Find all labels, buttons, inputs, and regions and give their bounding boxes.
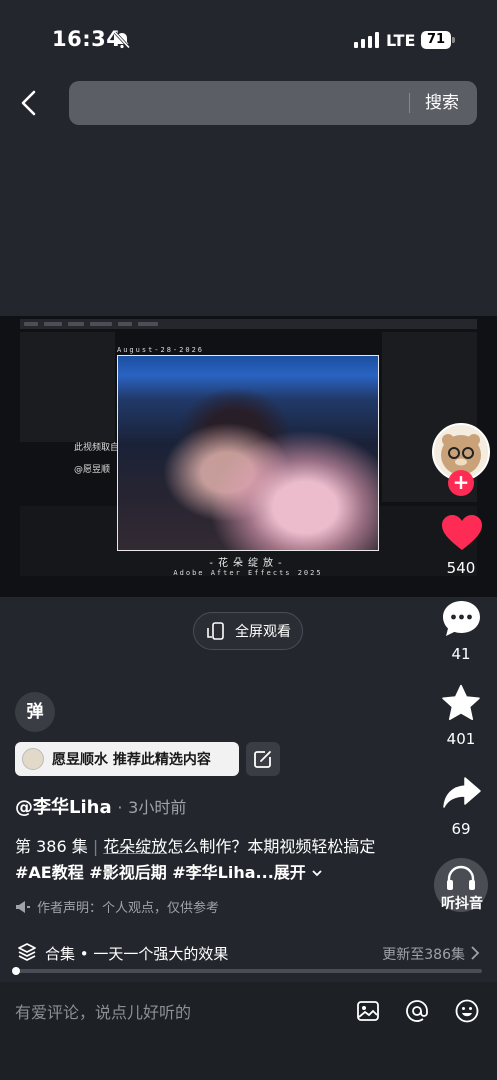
recommender-avatar: [22, 748, 44, 770]
megaphone-icon: [16, 900, 30, 913]
disclaimer-text: 作者声明：个人观点，仅供参考: [37, 901, 220, 916]
back-icon[interactable]: [14, 86, 44, 120]
video-progress-bar[interactable]: [12, 967, 482, 975]
rotate-screen-icon: [207, 622, 224, 640]
author-dot: ·: [117, 798, 123, 817]
comment-icon[interactable]: [441, 599, 482, 639]
battery-level: 71: [421, 31, 451, 49]
author-line: @李华Liha · 3小时前: [15, 793, 186, 819]
video-date: August-28-2026: [117, 346, 205, 354]
fullscreen-button[interactable]: 全屏观看: [193, 612, 303, 650]
watermark-line2: @愿昱顺: [74, 465, 111, 475]
heart-icon[interactable]: [441, 514, 483, 552]
hashtags[interactable]: #AE教程 #影视后期 #李华Liha...: [15, 863, 274, 882]
collection-bar[interactable]: 合集 • 一天一个强大的效果 更新至386集: [0, 935, 497, 973]
chevron-down-icon[interactable]: [311, 868, 323, 878]
battery-icon: 71: [421, 31, 455, 49]
recommend-text: 愿昱顺水 推荐此精选内容: [52, 752, 211, 768]
video-caption-title: -花朵绽放-: [209, 558, 287, 569]
collection-title: 合集 • 一天一个强大的效果: [45, 945, 229, 963]
episode-label: 第 386 集: [15, 837, 88, 856]
layers-icon: [18, 943, 36, 961]
favorite-count: 401: [446, 730, 476, 748]
follow-button[interactable]: +: [448, 470, 474, 496]
network-type: LTE: [386, 31, 416, 50]
editor-menubar: [20, 319, 477, 329]
headphones-icon: [447, 865, 475, 890]
share-count: 69: [451, 820, 471, 838]
video-player[interactable]: August-28-2026 此视频取自 @愿昱顺 -花朵绽放- Adobe A…: [0, 316, 497, 597]
share-icon[interactable]: [442, 776, 482, 810]
like-count: 540: [446, 559, 476, 577]
post-time: 3小时前: [128, 798, 187, 817]
expand-button[interactable]: 展开: [274, 863, 306, 882]
listen-label[interactable]: 听抖音: [430, 893, 494, 913]
video-watermark: 此视频取自 @愿昱顺: [74, 437, 119, 481]
signal-icon: [354, 32, 379, 48]
bell-slash-icon: [113, 31, 131, 49]
star-icon[interactable]: [441, 684, 481, 722]
mention-icon[interactable]: [404, 998, 430, 1024]
video-frame: [117, 355, 379, 551]
author-disclaimer: 作者声明：个人观点，仅供参考: [15, 897, 219, 916]
search-button[interactable]: 搜索: [425, 81, 459, 125]
search-divider: [409, 93, 410, 113]
collection-update: 更新至386集: [382, 947, 465, 963]
chevron-right-icon: [471, 946, 480, 960]
topic-link[interactable]: 花朵绽放: [103, 837, 167, 856]
status-time: 16:34: [52, 27, 122, 51]
video-caption-subtitle: Adobe After Effects 2025: [173, 569, 323, 577]
danmaku-button[interactable]: 弹: [15, 692, 55, 732]
description-text: 怎么制作？本期视频轻松搞定: [167, 837, 376, 856]
search-input[interactable]: [83, 81, 403, 125]
edit-button[interactable]: [246, 742, 280, 776]
edit-icon: [254, 751, 271, 768]
progress-knob[interactable]: [12, 967, 20, 975]
comment-count: 41: [451, 645, 471, 663]
watermark-line1: 此视频取自: [74, 443, 120, 453]
image-icon[interactable]: [355, 998, 381, 1024]
emoji-icon[interactable]: [454, 998, 480, 1024]
recommend-chip[interactable]: 愿昱顺水 推荐此精选内容: [15, 742, 239, 776]
video-description: 第 386 集 | 花朵绽放怎么制作？本期视频轻松搞定 #AE教程 #影视后期 …: [15, 837, 376, 882]
author-name[interactable]: @李华Liha: [15, 797, 112, 818]
fullscreen-label: 全屏观看: [235, 624, 291, 640]
comment-bar: [0, 982, 497, 1080]
search-bar: 搜索: [69, 81, 477, 125]
comment-input[interactable]: [15, 998, 335, 1026]
